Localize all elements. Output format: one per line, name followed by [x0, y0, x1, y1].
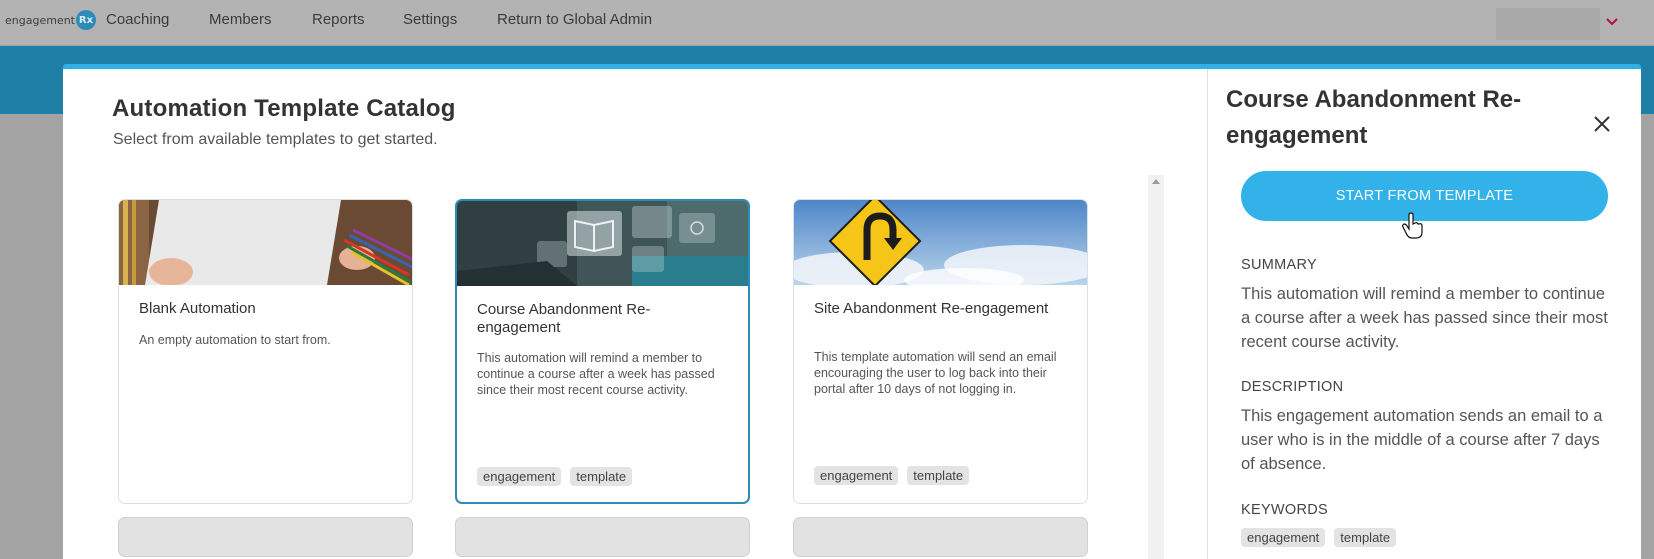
- logo-text: engagement: [5, 13, 75, 27]
- keyword-tags: engagement template: [1241, 528, 1397, 547]
- catalog-scrollbar[interactable]: [1148, 175, 1164, 559]
- nav-link-coaching[interactable]: Coaching: [106, 11, 169, 28]
- template-card-blank[interactable]: Blank Automation An empty automation to …: [118, 199, 413, 504]
- template-card-partial[interactable]: [793, 517, 1088, 557]
- template-card-partial[interactable]: [455, 517, 750, 557]
- card-image-pencils: [119, 200, 412, 285]
- summary-heading: SUMMARY: [1241, 257, 1317, 273]
- tag: template: [570, 467, 633, 486]
- app-logo[interactable]: engagement Rx: [5, 10, 96, 30]
- catalog-title: Automation Template Catalog: [112, 95, 456, 122]
- logo-badge: Rx: [75, 10, 96, 30]
- card-image-u-turn-sign: [794, 200, 1087, 285]
- top-navigation: engagement Rx Coaching Members Reports S…: [0, 0, 1654, 46]
- card-title: Site Abandonment Re-engagement: [814, 300, 1049, 317]
- summary-text: This automation will remind a member to …: [1241, 285, 1608, 351]
- nav-link-settings[interactable]: Settings: [403, 11, 457, 28]
- chevron-down-icon[interactable]: [1602, 12, 1622, 32]
- description-heading: DESCRIPTION: [1241, 379, 1344, 395]
- card-title: Course Abandonment Re-engagement: [477, 301, 651, 336]
- tag: engagement: [814, 466, 899, 485]
- card-tags: engagement template: [477, 467, 633, 486]
- template-card-course-abandonment[interactable]: Course Abandonment Re-engagement This au…: [455, 199, 750, 504]
- tag: template: [1334, 528, 1397, 547]
- description-text: This engagement automation sends an emai…: [1241, 407, 1603, 473]
- tag: engagement: [1241, 528, 1326, 547]
- scroll-up-arrow-icon[interactable]: [1152, 179, 1160, 184]
- template-card-site-abandonment[interactable]: Site Abandonment Re-engagement This temp…: [793, 199, 1088, 504]
- user-menu[interactable]: [1496, 8, 1600, 40]
- card-description: This template automation will send an em…: [814, 350, 1057, 396]
- template-card-partial[interactable]: [118, 517, 413, 557]
- card-description: An empty automation to start from.: [139, 333, 331, 347]
- catalog-subtitle: Select from available templates to get s…: [113, 131, 438, 148]
- nav-link-reports[interactable]: Reports: [312, 11, 365, 28]
- tag: engagement: [477, 467, 562, 486]
- nav-link-return-global-admin[interactable]: Return to Global Admin: [497, 11, 652, 28]
- nav-link-members[interactable]: Members: [209, 11, 272, 28]
- card-image-e-learning: [457, 201, 748, 286]
- card-title: Blank Automation: [139, 300, 256, 317]
- close-icon[interactable]: [1590, 112, 1614, 136]
- pane-divider: [1207, 69, 1208, 559]
- card-tags: engagement template: [814, 466, 970, 485]
- start-from-template-button[interactable]: START FROM TEMPLATE: [1241, 171, 1608, 221]
- detail-title: Course Abandonment Re-engagement: [1226, 86, 1522, 149]
- tag: template: [907, 466, 970, 485]
- keywords-heading: KEYWORDS: [1241, 502, 1328, 518]
- hand-pointer-cursor-icon: [1402, 212, 1423, 239]
- card-description: This automation will remind a member to …: [477, 351, 715, 397]
